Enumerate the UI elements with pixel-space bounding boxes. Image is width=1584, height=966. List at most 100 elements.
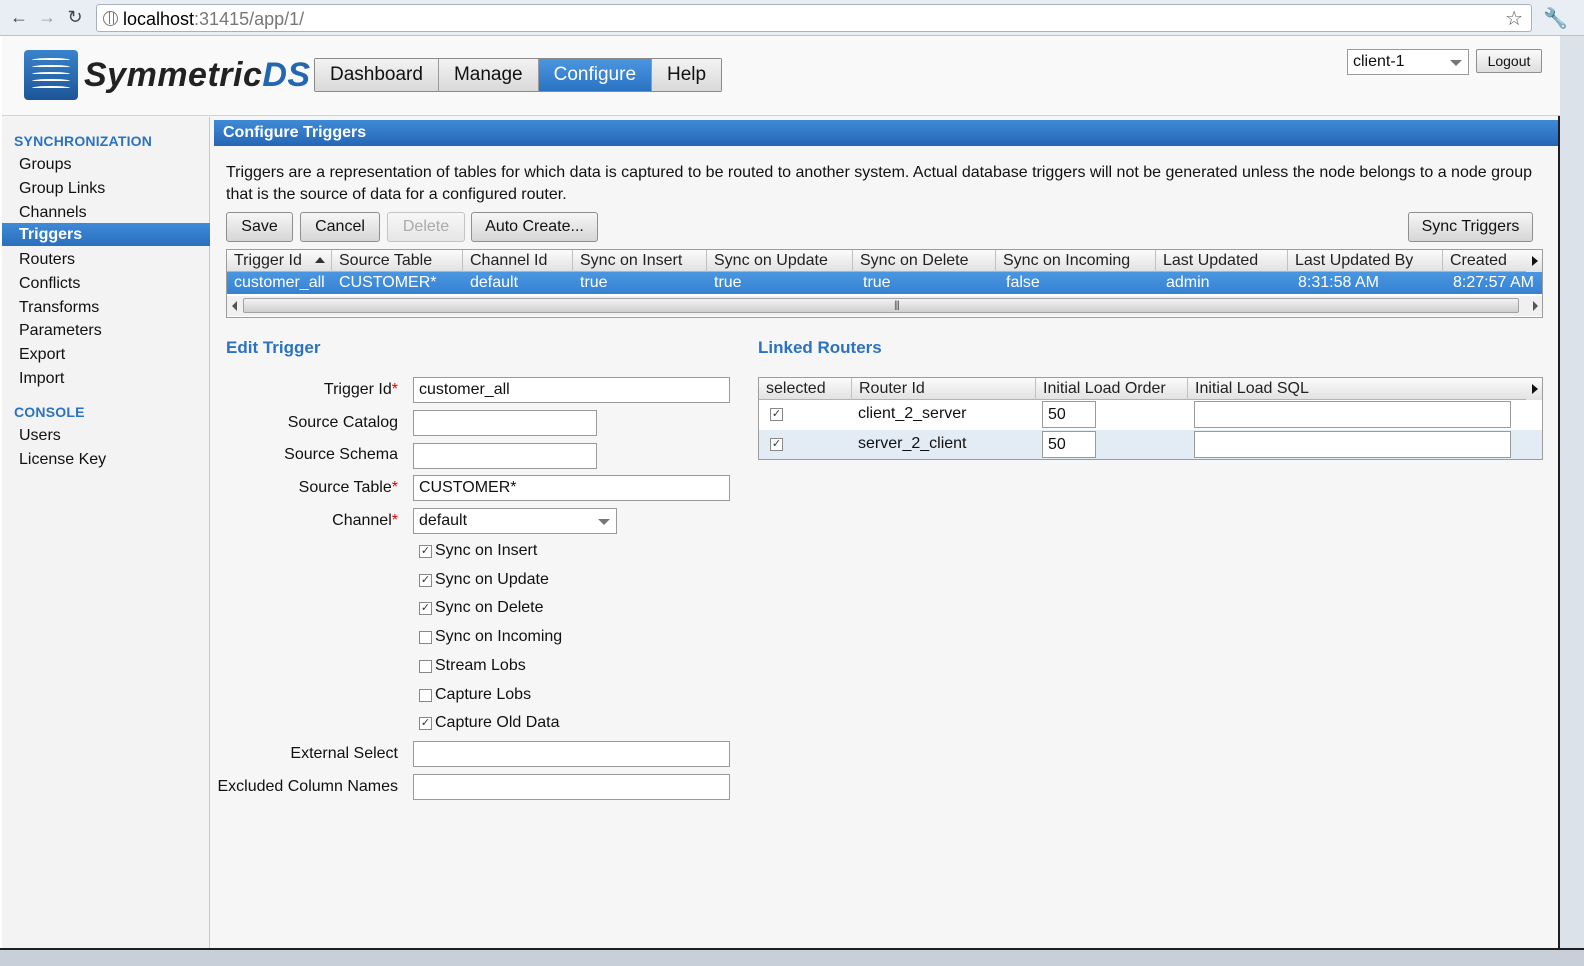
initial-load-sql-input[interactable] xyxy=(1194,431,1511,458)
delete-button[interactable]: Delete xyxy=(387,212,465,242)
sidebar-item-channels[interactable]: Channels xyxy=(2,201,210,224)
column-header-initial-load-sql[interactable]: Initial Load SQL xyxy=(1188,378,1526,400)
capture-old-data-label: Capture Old Data xyxy=(435,714,560,731)
initial-load-order-input[interactable]: 50 xyxy=(1042,431,1096,458)
column-header-last-updated-by[interactable]: Last Updated By xyxy=(1288,250,1443,272)
column-header-sync-on-delete[interactable]: Sync on Delete xyxy=(853,250,996,272)
channel-select[interactable]: default xyxy=(413,508,617,534)
sidebar-item-export[interactable]: Export xyxy=(2,343,210,366)
excluded-column-names-input[interactable] xyxy=(413,774,730,800)
initial-load-order-input[interactable]: 50 xyxy=(1042,401,1096,428)
cell-source-table: CUSTOMER* xyxy=(339,274,437,291)
column-header-sync-on-insert[interactable]: Sync on Insert xyxy=(573,250,707,272)
auto-create-button[interactable]: Auto Create... xyxy=(471,212,598,242)
table-row[interactable]: ✓ client_2_server 50 xyxy=(759,400,1542,430)
panel-title: Configure Triggers xyxy=(214,120,1558,146)
sidebar-item-group-links[interactable]: Group Links xyxy=(2,177,210,200)
sidebar: SYNCHRONIZATION Groups Group Links Chann… xyxy=(2,117,210,948)
column-header-router-id[interactable]: Router Id xyxy=(852,378,1036,400)
wrench-icon[interactable]: 🔧 xyxy=(1543,6,1568,31)
sidebar-item-triggers[interactable]: Triggers xyxy=(2,223,210,246)
sync-on-incoming-checkbox[interactable] xyxy=(419,631,432,644)
scroll-right-icon[interactable] xyxy=(1533,301,1538,311)
table-row[interactable]: customer_all CUSTOMER* default true true… xyxy=(227,272,1542,294)
capture-lobs-label: Capture Lobs xyxy=(435,686,532,703)
sync-on-incoming-label: Sync on Incoming xyxy=(435,628,563,645)
column-header-initial-load-order[interactable]: Initial Load Order xyxy=(1036,378,1188,400)
source-schema-label: Source Schema xyxy=(284,446,398,463)
cell-last-updated: admin xyxy=(1166,274,1210,291)
more-columns-icon[interactable] xyxy=(1526,250,1542,272)
sync-on-insert-label: Sync on Insert xyxy=(435,542,538,559)
trigger-id-input[interactable]: customer_all xyxy=(413,377,730,403)
address-bar[interactable]: localhost:31415/app/1/ ☆ xyxy=(96,4,1532,32)
logout-button[interactable]: Logout xyxy=(1476,49,1542,73)
table-row[interactable]: ✓ server_2_client 50 xyxy=(759,430,1542,459)
sidebar-item-import[interactable]: Import xyxy=(2,367,210,390)
capture-lobs-checkbox[interactable] xyxy=(419,689,432,702)
column-header-trigger-id[interactable]: Trigger Id xyxy=(227,250,332,272)
router-id-text: client_2_server xyxy=(858,405,967,422)
source-schema-input[interactable] xyxy=(413,443,597,469)
channel-select-value: default xyxy=(419,512,468,529)
source-table-input[interactable]: CUSTOMER* xyxy=(413,475,730,501)
scroll-left-icon[interactable] xyxy=(232,301,237,311)
capture-old-data-checkbox[interactable]: ✓ xyxy=(419,717,432,730)
column-header-created[interactable]: Created xyxy=(1443,250,1527,272)
column-header-channel-id[interactable]: Channel Id xyxy=(463,250,573,272)
node-select[interactable]: client-1 xyxy=(1347,49,1469,75)
sync-triggers-button[interactable]: Sync Triggers xyxy=(1408,212,1533,242)
router-selected-checkbox[interactable]: ✓ xyxy=(770,438,783,451)
column-header-sync-on-update[interactable]: Sync on Update xyxy=(707,250,853,272)
nav-help[interactable]: Help xyxy=(652,59,722,91)
source-table-label: Source Table* xyxy=(298,479,398,496)
horizontal-scrollbar[interactable]: ||| xyxy=(227,296,1542,316)
symmetricds-logo-icon xyxy=(24,50,78,100)
nav-dashboard[interactable]: Dashboard xyxy=(315,59,439,91)
column-header-selected[interactable]: selected xyxy=(759,378,852,400)
sidebar-item-parameters[interactable]: Parameters xyxy=(2,319,210,342)
sidebar-item-routers[interactable]: Routers xyxy=(2,248,210,271)
column-header-sync-on-incoming[interactable]: Sync on Incoming xyxy=(996,250,1156,272)
sync-on-update-label: Sync on Update xyxy=(435,571,549,588)
scrollbar-thumb[interactable]: ||| xyxy=(243,298,1519,313)
reload-icon[interactable]: ↻ xyxy=(64,6,86,28)
cell-sync-on-insert: true xyxy=(580,274,608,291)
node-select-value: client-1 xyxy=(1353,53,1405,70)
back-icon[interactable]: ← xyxy=(8,6,30,28)
sidebar-item-conflicts[interactable]: Conflicts xyxy=(2,272,210,295)
browser-toolbar: ← → ↻ localhost:31415/app/1/ ☆ 🔧 xyxy=(0,0,1584,36)
sidebar-item-transforms[interactable]: Transforms xyxy=(2,296,210,319)
router-selected-checkbox[interactable]: ✓ xyxy=(770,408,783,421)
trigger-id-label: Trigger Id* xyxy=(323,381,398,398)
source-catalog-input[interactable] xyxy=(413,410,597,436)
url-text: localhost:31415/app/1/ xyxy=(123,9,305,29)
sort-ascending-icon xyxy=(315,257,325,263)
cancel-button[interactable]: Cancel xyxy=(300,212,380,242)
external-select-label: External Select xyxy=(290,745,398,762)
column-header-source-table[interactable]: Source Table xyxy=(332,250,463,272)
sync-on-delete-label: Sync on Delete xyxy=(435,599,544,616)
sync-on-update-checkbox[interactable]: ✓ xyxy=(419,574,432,587)
stream-lobs-checkbox[interactable] xyxy=(419,660,432,673)
sync-on-delete-checkbox[interactable]: ✓ xyxy=(419,602,432,615)
sync-on-insert-checkbox[interactable]: ✓ xyxy=(419,545,432,558)
column-header-last-updated[interactable]: Last Updated xyxy=(1156,250,1288,272)
main-nav: Dashboard Manage Configure Help xyxy=(314,58,723,92)
linked-routers-heading: Linked Routers xyxy=(758,338,882,357)
source-catalog-label: Source Catalog xyxy=(287,414,398,431)
more-columns-icon[interactable] xyxy=(1526,378,1542,400)
bookmark-star-icon[interactable]: ☆ xyxy=(1505,6,1523,31)
sidebar-item-groups[interactable]: Groups xyxy=(2,153,210,176)
stream-lobs-label: Stream Lobs xyxy=(435,657,526,674)
forward-icon[interactable]: → xyxy=(36,6,58,28)
chevron-down-icon xyxy=(1450,60,1462,66)
save-button[interactable]: Save xyxy=(226,212,293,242)
cell-sync-on-update: true xyxy=(714,274,742,291)
nav-configure[interactable]: Configure xyxy=(538,59,653,91)
sidebar-item-users[interactable]: Users xyxy=(2,424,210,447)
nav-manage[interactable]: Manage xyxy=(438,59,539,91)
initial-load-sql-input[interactable] xyxy=(1194,401,1511,428)
sidebar-item-license-key[interactable]: License Key xyxy=(2,448,210,471)
external-select-input[interactable] xyxy=(413,741,730,767)
